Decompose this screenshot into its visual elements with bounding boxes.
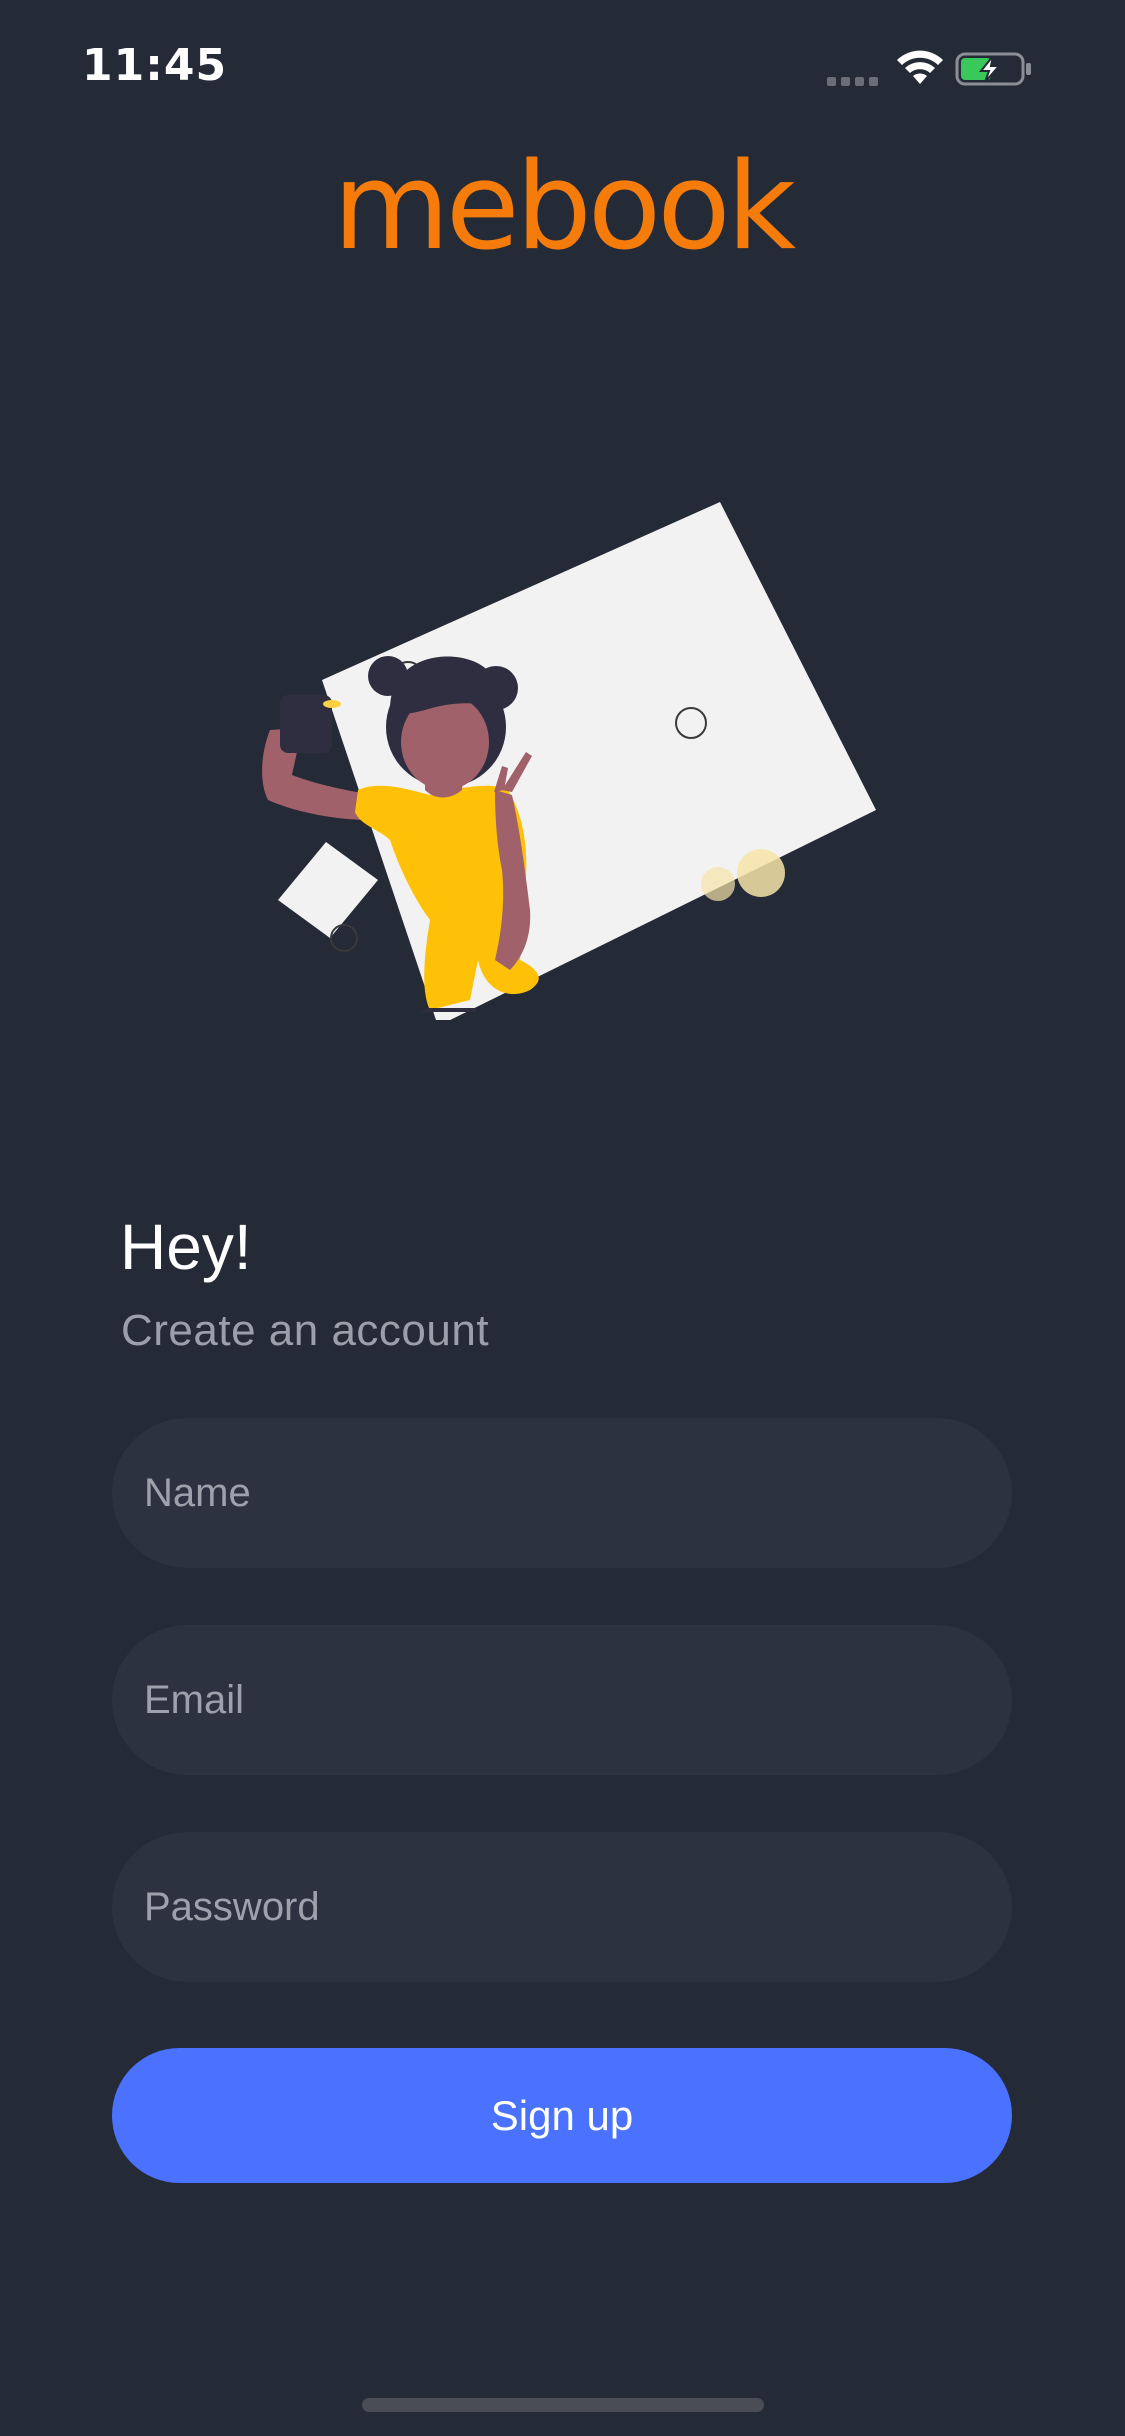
wifi-icon [897, 50, 943, 84]
signal-dots-icon [827, 77, 878, 86]
home-indicator [362, 2398, 764, 2412]
brand-logo: mebook [332, 138, 796, 277]
name-input[interactable] [112, 1418, 1012, 1568]
battery-charging-icon [955, 52, 1031, 86]
status-time: 11:45 [82, 40, 228, 91]
greeting-title: Hey! [120, 1211, 252, 1283]
password-input[interactable] [112, 1832, 1012, 1982]
small-card [278, 842, 378, 938]
selfie-illustration [262, 502, 876, 1020]
email-input[interactable] [112, 1625, 1012, 1775]
greeting-subtitle: Create an account [121, 1306, 490, 1355]
sign-up-button[interactable]: Sign up [112, 2048, 1012, 2183]
status-bar: 11:45 [0, 0, 1125, 140]
status-icons [825, 48, 1085, 90]
